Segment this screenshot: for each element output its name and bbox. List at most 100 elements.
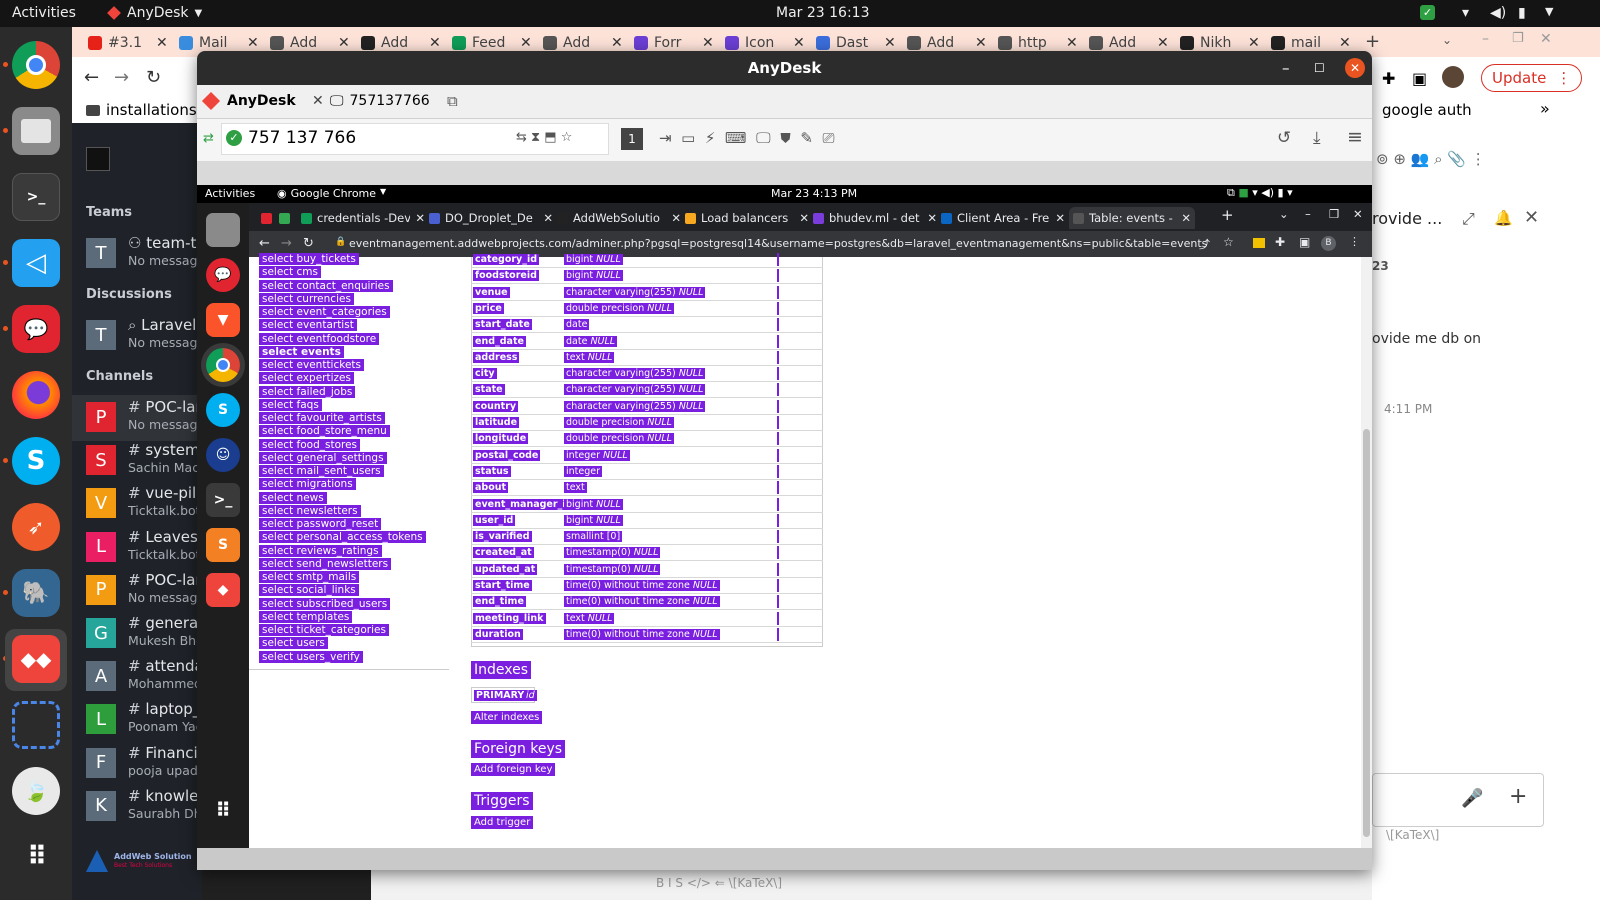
rocketchat-icon[interactable]: 💬 [206, 258, 240, 292]
extensions-puzzle-icon[interactable]: ✚ [1275, 235, 1285, 249]
tab-search-chevron-icon[interactable]: ⌄ [1442, 33, 1452, 47]
close-tab-icon[interactable]: ✕ [799, 211, 809, 225]
kebab-menu-icon[interactable]: ⋮ [1349, 235, 1360, 248]
system-menu-caret-icon[interactable]: ▼ [1545, 5, 1553, 18]
toolbar-action-icons[interactable]: ⇥ ▭ ⚡ ⌨ 🖵 ⛊ ✎ ⎚ [659, 129, 835, 147]
table-select-link[interactable]: select users_verify [259, 650, 363, 663]
anydesk-icon[interactable]: ◆ [206, 573, 240, 607]
hamburger-menu-icon[interactable]: ≡ [1347, 126, 1363, 148]
outer-tab[interactable]: #3.1 ✕ [88, 32, 173, 54]
monitor-1-button[interactable]: 1 [621, 128, 643, 150]
sublime-icon[interactable]: S [206, 528, 240, 562]
add-foreign-key-link[interactable]: Add foreign key [471, 763, 556, 776]
new-tab-plus-icon[interactable]: + [1365, 31, 1380, 52]
tab[interactable]: bhudev.ml - det ✕ [813, 207, 937, 229]
close-tab-icon[interactable]: ✕ [1248, 35, 1260, 51]
clock[interactable]: Mar 23 16:13 [776, 5, 869, 21]
tab[interactable]: Client Area - Fre ✕ [941, 207, 1065, 229]
close-tab-icon[interactable]: ✕ [247, 35, 259, 51]
profile-avatar[interactable]: B [1321, 236, 1336, 251]
maximize-icon[interactable]: ☐ [1314, 51, 1325, 85]
update-button[interactable]: Update ⋮ [1481, 64, 1583, 92]
tab[interactable] [261, 207, 275, 229]
postman-icon[interactable]: ➶ [12, 503, 60, 551]
close-tab-icon[interactable]: ✕ [702, 35, 714, 51]
table-select-link[interactable]: select templates [259, 610, 353, 623]
remote-activities[interactable]: Activities [205, 187, 255, 200]
close-tab-icon[interactable]: ✕ [338, 35, 350, 51]
files-icon[interactable] [12, 107, 60, 155]
table-select-link[interactable]: select eventartist [259, 319, 357, 332]
close-tab-icon[interactable]: ✕ [156, 35, 168, 51]
mongodb-compass-icon[interactable]: 🍃 [12, 767, 60, 815]
download-icon[interactable]: ⤓ [1313, 128, 1321, 148]
table-select-link[interactable]: select currencies [259, 292, 354, 305]
wifi-icon[interactable]: ▾ [1462, 5, 1469, 21]
close-tab-icon[interactable]: ✕ [1181, 211, 1191, 225]
chrome-icon[interactable] [12, 41, 60, 89]
table-select-link[interactable]: select favourite_artists [259, 412, 385, 424]
expand-icon[interactable]: ⤢ [1462, 209, 1475, 229]
forward-arrow-icon[interactable]: → [114, 67, 129, 88]
close-icon[interactable]: ✕ [1345, 58, 1365, 78]
close-tab-icon[interactable]: ✕ [1157, 35, 1169, 51]
table-select-link[interactable]: select mail_sent_users [259, 465, 384, 477]
rocketchat-icon[interactable]: 💬 [12, 305, 60, 353]
table-select-link[interactable]: select newsletters [259, 504, 361, 517]
url-field[interactable]: 🔒 eventmanagement.addwebprojects.com/adm… [329, 234, 1207, 254]
close-tab-icon[interactable]: ✕ [543, 211, 553, 225]
remote-clock[interactable]: Mar 23 4:13 PM [771, 187, 857, 200]
table-select-link[interactable]: select users [259, 637, 328, 650]
back-arrow-icon[interactable]: ← [259, 236, 270, 251]
table-select-link[interactable]: select subscribed_users [259, 597, 391, 610]
battery-icon[interactable]: ▮ [1518, 5, 1526, 21]
close-window-icon[interactable]: ✕ [1540, 31, 1552, 47]
chrome-icon[interactable] [206, 348, 240, 382]
address-field[interactable]: ✓ 757 137 766 ⇆ ⧗ ⬒ ☆ [221, 123, 609, 155]
scrollbar-thumb[interactable] [1363, 429, 1370, 837]
close-tab-icon[interactable]: ✕ [611, 35, 623, 51]
forward-arrow-icon[interactable]: → [281, 236, 292, 251]
bell-icon[interactable]: 🔔 [1494, 209, 1513, 227]
add-trigger-link[interactable]: Add trigger [471, 816, 534, 829]
close-tab-icon[interactable]: ✕ [1055, 211, 1065, 225]
close-tab-icon[interactable]: ✕ [312, 93, 324, 109]
show-apps-icon[interactable]: ⠿ [206, 793, 240, 827]
vscode-icon[interactable]: ◁ [12, 239, 60, 287]
check-status-icon[interactable]: ✓ [1420, 5, 1435, 20]
scrollbar-track[interactable] [1361, 257, 1372, 848]
table-select-link[interactable]: select password_reset [259, 518, 382, 530]
table-select-link[interactable]: select events [259, 345, 344, 358]
side-panel-icon[interactable]: ▣ [1412, 69, 1427, 88]
table-select-link[interactable]: select ticket_categories [259, 624, 389, 636]
share-icon[interactable]: ⤴ [1199, 236, 1210, 252]
skype-icon[interactable]: S [206, 393, 240, 427]
pgadmin-icon[interactable]: 🐘 [12, 569, 60, 617]
user-avatar[interactable] [86, 147, 110, 171]
chat-app-icon[interactable]: ☺ [206, 438, 240, 472]
back-arrow-icon[interactable]: ← [84, 67, 99, 88]
session-action-icons[interactable]: ⇆ ⧗ ⬒ ☆ [516, 130, 572, 145]
table-select-link[interactable]: select failed_jobs [259, 385, 356, 398]
bookmark-star-icon[interactable]: ☆ [1223, 235, 1234, 249]
tab-anydesk-home[interactable]: AnyDesk [201, 91, 296, 111]
remote-screen[interactable]: Activities ◉ Google Chrome ▼ Mar 23 4:13 P… [197, 185, 1372, 848]
plus-icon[interactable]: + [1509, 784, 1527, 809]
table-select-link[interactable]: select food_stores [259, 438, 361, 451]
activities-button[interactable]: Activities [12, 5, 76, 21]
table-select-link[interactable]: select contact_enquiries [259, 279, 393, 292]
table-select-link[interactable]: select general_settings [259, 451, 387, 464]
side-panel-icon[interactable]: ▣ [1299, 235, 1310, 249]
volume-icon[interactable]: ◀) [1490, 5, 1506, 21]
table-select-link[interactable]: select send_newsletters [259, 557, 392, 570]
minimize-icon[interactable]: – [1282, 51, 1290, 85]
close-tab-icon[interactable]: ✕ [793, 35, 805, 51]
close-tab-icon[interactable]: ✕ [1066, 35, 1078, 51]
close-tab-icon[interactable]: ✕ [520, 35, 532, 51]
new-tab-plus-icon[interactable]: + [1221, 206, 1234, 224]
remote-status-icons[interactable]: ⧉ ■ ▾ ◀) ▮ ▾ [1227, 186, 1293, 200]
table-select-link[interactable]: select cms [259, 266, 322, 279]
reload-icon[interactable]: ↻ [146, 67, 161, 88]
terminal-icon[interactable]: >_ [206, 483, 240, 517]
table-select-link[interactable]: select social_links [259, 584, 359, 597]
